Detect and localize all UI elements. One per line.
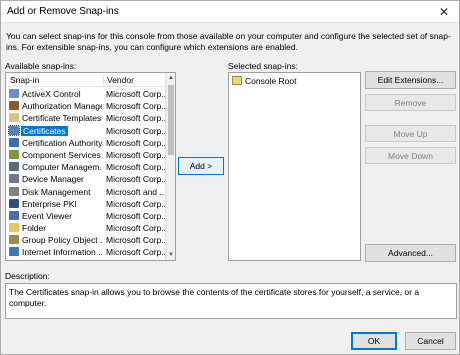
snapin-vendor: Microsoft Corp... [106, 89, 166, 99]
table-row[interactable]: ActiveX Control Microsoft Corp... [6, 88, 167, 100]
selected-snapins-label: Selected snap-ins: [228, 61, 298, 71]
description-box: The Certificates snap-in allows you to b… [5, 283, 457, 319]
snapin-name: IP Security Monitor [22, 260, 102, 261]
move-down-button[interactable]: Move Down [365, 147, 456, 164]
vertical-scrollbar[interactable]: ▲ ▼ [165, 73, 175, 260]
event-viewer-icon [9, 210, 19, 220]
snapin-name: Device Manager [22, 174, 84, 185]
window-title: Add or Remove Snap-ins [7, 6, 119, 17]
table-row[interactable]: Computer Managem... Microsoft Corp... [6, 161, 167, 173]
advanced-button[interactable]: Advanced... [365, 244, 456, 262]
snapin-vendor: Microsoft Corp... [106, 198, 166, 209]
selected-snapins-list[interactable]: Console Root [228, 72, 361, 261]
table-row[interactable]: Internet Information ... Microsoft Corp..… [6, 246, 167, 258]
snapin-vendor: Microsoft Corp... [106, 101, 166, 112]
snapin-name: Certificate Templates [22, 113, 102, 124]
snapin-name: ActiveX Control [22, 89, 81, 99]
remove-button[interactable]: Remove [365, 94, 456, 111]
certification-authority-icon [9, 137, 19, 147]
cancel-button[interactable]: Cancel [405, 332, 456, 350]
column-header-vendor[interactable]: Vendor [103, 75, 134, 85]
table-row[interactable]: Disk Management Microsoft and ... [6, 186, 167, 198]
iis-icon [9, 247, 19, 257]
scroll-thumb[interactable] [168, 85, 174, 155]
snapin-vendor: Microsoft Corp... [106, 260, 166, 261]
table-row[interactable]: Certification Authority Microsoft Corp... [6, 137, 167, 149]
available-rows: ActiveX Control Microsoft Corp... Authoriz… [6, 88, 167, 261]
certificates-icon [8, 124, 20, 136]
table-row[interactable]: Enterprise PKI Microsoft Corp... [6, 198, 167, 210]
list-header: Snap-in Vendor [6, 73, 166, 87]
ok-button[interactable]: OK [351, 332, 397, 350]
close-icon[interactable]: ✕ [429, 1, 459, 23]
snapin-name: Enterprise PKI [22, 198, 77, 209]
snapin-name: Certificates [21, 125, 68, 136]
available-snapins-label: Available snap-ins: [5, 61, 77, 71]
snapin-vendor: Microsoft Corp... [106, 149, 166, 160]
snapin-name: Component Services [22, 149, 101, 160]
snapin-name: Authorization Manager [22, 101, 102, 112]
authorization-icon [9, 101, 19, 111]
table-row[interactable]: Device Manager Microsoft Corp... [6, 173, 167, 185]
snapin-vendor: Microsoft and ... [106, 186, 166, 197]
snapin-vendor: Microsoft Corp... [106, 174, 166, 185]
component-services-icon [9, 149, 19, 159]
device-manager-icon [9, 174, 19, 184]
add-button[interactable]: Add > [178, 157, 224, 175]
column-header-snapin[interactable]: Snap-in [10, 75, 39, 85]
snapin-vendor: Microsoft Corp... [106, 247, 166, 258]
snapin-name: Certification Authority [22, 137, 102, 148]
description-label: Description: [5, 271, 50, 281]
table-row[interactable]: Certificate Templates Microsoft Corp... [6, 112, 167, 124]
console-root-label: Console Root [245, 76, 297, 86]
edit-extensions-button[interactable]: Edit Extensions... [365, 71, 456, 89]
table-row[interactable]: Group Policy Object ... Microsoft Corp... [6, 234, 167, 246]
scroll-up-icon[interactable]: ▲ [166, 73, 175, 83]
move-up-button[interactable]: Move Up [365, 125, 456, 142]
ip-security-icon [9, 259, 19, 260]
certificate-templates-icon [9, 113, 19, 123]
snapin-name: Disk Management [22, 186, 91, 197]
snapin-name: Internet Information ... [22, 247, 102, 258]
enterprise-pki-icon [9, 198, 19, 208]
snapin-name: Event Viewer [22, 210, 72, 221]
snapin-vendor: Microsoft Corp... [106, 125, 166, 136]
computer-management-icon [9, 162, 19, 172]
table-row[interactable]: IP Security Monitor Microsoft Corp... [6, 259, 167, 261]
snapin-vendor: Microsoft Corp... [106, 235, 166, 246]
snapin-vendor: Microsoft Corp... [106, 113, 166, 124]
folder-icon [232, 76, 242, 85]
table-row[interactable]: Certificates Microsoft Corp... [6, 124, 167, 137]
add-remove-snapins-dialog: Add or Remove Snap-ins ✕ You can select … [0, 0, 460, 355]
table-row[interactable]: Component Services Microsoft Corp... [6, 149, 167, 161]
snapin-name: Computer Managem... [22, 162, 102, 173]
disk-management-icon [9, 186, 19, 196]
table-row[interactable]: Event Viewer Microsoft Corp... [6, 210, 167, 222]
scroll-down-icon[interactable]: ▼ [166, 250, 175, 260]
intro-text: You can select snap-ins for this console… [6, 31, 451, 52]
snapin-name: Folder [22, 223, 47, 234]
table-row[interactable]: Folder Microsoft Corp... [6, 222, 167, 234]
snapin-vendor: Microsoft Corp... [106, 210, 166, 221]
title-bar[interactable]: Add or Remove Snap-ins ✕ [1, 1, 459, 23]
folder-icon [9, 223, 19, 233]
snapin-vendor: Microsoft Corp... [106, 137, 166, 148]
group-policy-icon [9, 235, 19, 245]
table-row[interactable]: Authorization Manager Microsoft Corp... [6, 100, 167, 112]
snapin-name: Group Policy Object ... [22, 235, 102, 246]
snapin-vendor: Microsoft Corp... [106, 162, 166, 173]
available-snapins-list[interactable]: Snap-in Vendor ActiveX Control Microsoft … [5, 72, 176, 261]
snapin-vendor: Microsoft Corp... [106, 223, 166, 234]
activex-icon [9, 89, 19, 98]
